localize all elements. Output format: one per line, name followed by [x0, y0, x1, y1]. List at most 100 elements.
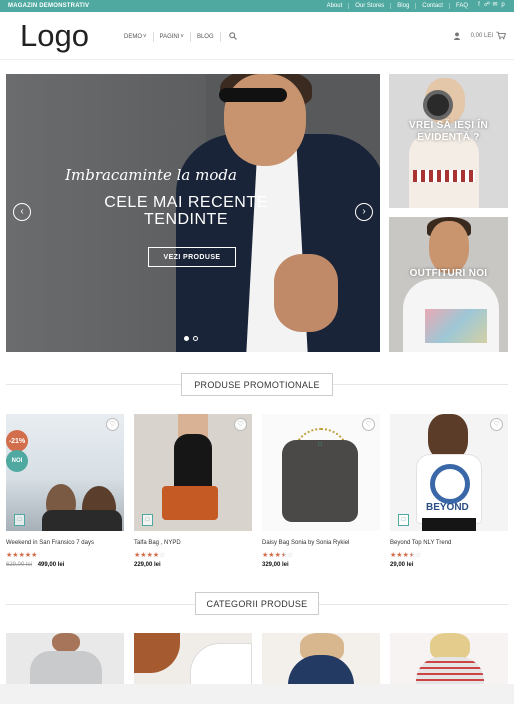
hero-title: CELE MAI RECENTE TENDINTE — [104, 194, 268, 228]
category-image-part — [416, 657, 484, 684]
slider-prev-button[interactable]: ‹ — [13, 203, 31, 221]
banner-image-print — [425, 309, 487, 343]
hero-cta-button[interactable]: VEZI PRODUSE — [148, 247, 236, 267]
section-title-categories: CATEGORII PRODUSE — [195, 592, 319, 615]
top-bar-brand: MAGAZIN DEMONSTRATIV — [8, 3, 90, 9]
banner-title: OUTFITURI NOI — [409, 268, 488, 279]
product-name[interactable]: Weekend in San Fransico 7 days — [6, 540, 124, 546]
product-price: 29,00 lei — [390, 562, 508, 568]
hero-image-hand — [274, 254, 338, 332]
product-image[interactable]: BEYOND ♡ □ — [390, 414, 508, 531]
add-to-cart-button[interactable]: □ — [282, 440, 358, 520]
twitter-icon[interactable]: ☍ — [484, 2, 490, 9]
star-icon: ☆ — [287, 552, 294, 559]
banner-image-pattern — [413, 170, 475, 182]
product-name[interactable]: Daisy Bag Sonia by Sonia Rykiel — [262, 540, 380, 546]
section-title-promo: PRODUSE PROMOTIONALE — [181, 373, 333, 396]
nav-item-demo[interactable]: DEMO ˅ — [122, 32, 153, 42]
add-to-cart-button[interactable]: □ — [14, 514, 25, 526]
wishlist-button[interactable]: ♡ — [362, 418, 375, 431]
slider-dots — [184, 336, 198, 341]
category-image-part — [30, 651, 102, 684]
heart-icon: ♡ — [109, 421, 116, 428]
hero-image-sunglasses — [219, 88, 287, 102]
product-image-shoulders — [42, 510, 122, 531]
chevron-right-icon: › — [362, 206, 366, 217]
chevron-left-icon: ‹ — [20, 206, 24, 217]
star-rating: ★★★★☆ — [390, 551, 508, 559]
wishlist-button[interactable]: ♡ — [234, 418, 247, 431]
main-nav: DEMO ˅ PAGINI ˅ BLOG — [122, 32, 237, 42]
top-link-faq[interactable]: FAQ — [448, 3, 474, 9]
user-account-icon[interactable] — [453, 31, 461, 40]
product-image[interactable]: ♡ □ — [262, 414, 380, 531]
category-image-part — [288, 655, 354, 684]
add-to-cart-button[interactable]: □ — [398, 514, 409, 526]
product-name[interactable]: Beyond Top NLY Trend — [390, 540, 508, 546]
slider-dot-2[interactable] — [193, 336, 198, 341]
top-link-about[interactable]: About — [321, 3, 349, 9]
cart-button[interactable]: 0,00 LEI — [471, 31, 506, 40]
product-card[interactable]: ♡ □ Daisy Bag Sonia by Sonia Rykiel ★★★★… — [262, 414, 380, 568]
slider-dot-1[interactable] — [184, 336, 189, 341]
site-logo[interactable]: Logo — [20, 18, 89, 54]
new-badge: NOI — [6, 450, 28, 472]
nav-item-blog[interactable]: BLOG — [189, 32, 220, 42]
slider-next-button[interactable]: › — [355, 203, 373, 221]
heart-icon: ♡ — [237, 421, 244, 428]
facebook-icon[interactable]: f — [476, 2, 482, 9]
star-rating: ★★★★☆ — [262, 551, 380, 559]
page-frame: MAGAZIN DEMONSTRATIV About Our Stores Bl… — [0, 0, 514, 684]
top-link-blog[interactable]: Blog — [390, 3, 415, 9]
product-image[interactable]: ♡ □ — [134, 414, 252, 531]
wishlist-button[interactable]: ♡ — [106, 418, 119, 431]
product-card[interactable]: ♡ □ -21% NOI Weekend in San Fransico 7 d… — [6, 414, 124, 568]
star-icon: ★ — [274, 552, 281, 559]
product-current-price: 329,00 lei — [262, 562, 289, 568]
banner-image-face — [429, 221, 469, 273]
shopping-bag-icon: □ — [318, 442, 322, 448]
product-card[interactable]: BEYOND ♡ □ Beyond Top NLY Trend ★★★★☆ 29… — [390, 414, 508, 568]
category-image-part — [134, 633, 180, 673]
nav-item-label: PAGINI — [159, 34, 180, 40]
category-image-part — [52, 633, 80, 653]
promo-banner-new-outfits[interactable]: OUTFITURI NOI — [389, 217, 508, 352]
star-icon: ☆ — [159, 552, 166, 559]
category-card[interactable] — [134, 633, 252, 684]
star-icon: ★ — [402, 552, 409, 559]
category-card[interactable] — [6, 633, 124, 684]
product-price: 329,00 lei — [262, 562, 380, 568]
search-button[interactable] — [219, 32, 237, 42]
nav-item-pagini[interactable]: PAGINI ˅ — [152, 32, 190, 42]
top-bar-links: About Our Stores Blog Contact FAQ — [321, 3, 474, 9]
top-link-our-stores[interactable]: Our Stores — [348, 3, 390, 9]
shopping-bag-icon: □ — [401, 517, 406, 523]
category-card[interactable] — [262, 633, 380, 684]
category-image-part — [190, 643, 252, 684]
product-card[interactable]: ♡ □ Talfa Bag , NYPD ★★★★☆ 229,00 lei — [134, 414, 252, 568]
shopping-bag-icon: □ — [145, 517, 150, 523]
search-icon — [228, 32, 237, 40]
banner-image-camera — [423, 90, 453, 120]
promo-banner-stand-out[interactable]: VREI SĂ IEȘI ÎN EVIDENȚĂ ? — [389, 74, 508, 208]
top-link-contact[interactable]: Contact — [415, 3, 449, 9]
star-rating: ★★★★★ — [6, 551, 124, 559]
product-image-print — [430, 464, 470, 504]
hero-slider[interactable]: Imbracaminte la moda CELE MAI RECENTE TE… — [6, 74, 380, 352]
cart-icon — [496, 31, 506, 40]
pinterest-icon[interactable]: p — [500, 2, 506, 9]
cart-total: 0,00 LEI — [470, 32, 493, 39]
category-card[interactable] — [390, 633, 508, 684]
star-icon: ★ — [31, 552, 38, 559]
product-price: 629,00 lei 499,00 lei — [6, 562, 124, 568]
wishlist-button[interactable]: ♡ — [490, 418, 503, 431]
email-icon[interactable]: ✉ — [492, 2, 498, 9]
product-name[interactable]: Talfa Bag , NYPD — [134, 540, 252, 546]
add-to-cart-button[interactable]: □ — [142, 514, 153, 526]
site-header: Logo DEMO ˅ PAGINI ˅ BLOG 0,00 LEI — [0, 12, 514, 60]
product-old-price: 629,00 lei — [6, 562, 33, 568]
product-image-skirt — [422, 518, 476, 531]
chevron-down-icon: ˅ — [180, 34, 184, 40]
heart-icon: ♡ — [365, 421, 372, 428]
star-icon: ☆ — [415, 552, 422, 559]
